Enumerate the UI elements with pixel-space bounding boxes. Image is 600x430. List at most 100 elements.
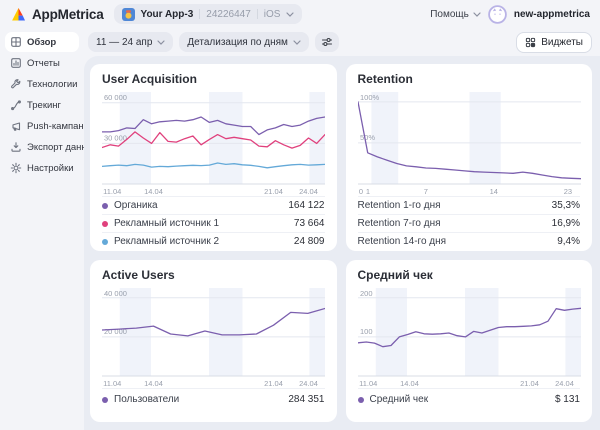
card-user-acquisition: User Acquisition 60 000 30 000 11.04 14.04 2… <box>90 64 337 251</box>
stat-value: 9,4% <box>557 236 580 247</box>
sliders-icon <box>321 37 332 47</box>
appmetrica-logo-icon <box>12 7 26 21</box>
svg-text:14.04: 14.04 <box>144 379 163 388</box>
chevron-down-icon <box>473 11 481 17</box>
svg-text:23: 23 <box>563 187 571 196</box>
granularity-selector[interactable]: Детализация по дням <box>179 32 309 52</box>
svg-text:21.04: 21.04 <box>264 379 283 388</box>
chevron-down-icon <box>286 11 295 17</box>
stat-row-retention-day1[interactable]: Retention 1-го дня 35,3% <box>357 196 580 214</box>
wrench-icon <box>11 79 21 89</box>
dashboard-grid-icon <box>11 37 21 47</box>
download-tray-icon <box>11 142 21 152</box>
svg-text:14: 14 <box>489 187 497 196</box>
brand-name: AppMetrica <box>32 6 104 22</box>
series-total: $ 131 <box>554 394 580 405</box>
sidebar-item-reports[interactable]: Отчеты <box>5 53 79 73</box>
legend-row-source-2[interactable]: Рекламный источник 2 24 809 <box>102 232 325 250</box>
series-total: 73 664 <box>293 218 325 229</box>
series-total: 24 809 <box>293 236 325 247</box>
svg-text:50%: 50% <box>360 133 375 142</box>
sidebar-item-overview[interactable]: Обзор <box>5 32 79 52</box>
series-dot <box>357 396 364 403</box>
svg-text:24.04: 24.04 <box>299 187 318 196</box>
dashboard-panel: User Acquisition 60 000 30 000 11.04 14.04 2… <box>84 56 600 430</box>
series-total: 284 351 <box>288 394 325 405</box>
svg-text:14.04: 14.04 <box>144 187 163 196</box>
svg-text:7: 7 <box>423 187 427 196</box>
card-title: Средний чек <box>357 268 433 282</box>
card-retention: Retention 100% 50% 0 1 7 14 23 Retention 1-го … <box>345 64 592 251</box>
sidebar-item-tracking[interactable]: Трекинг <box>5 95 79 115</box>
route-curve-icon <box>11 100 21 111</box>
card-title: Retention <box>357 72 413 86</box>
help-label: Помощь <box>430 8 469 20</box>
sidebar: Обзор Отчеты Технологии Трекинг Push-кам… <box>0 28 98 430</box>
divider <box>256 9 258 19</box>
svg-text:200: 200 <box>360 289 373 298</box>
series-dot <box>102 238 108 245</box>
svg-text:1: 1 <box>365 187 369 196</box>
app-platform: iOS <box>263 8 281 20</box>
sidebar-item-export[interactable]: Экспорт данных <box>5 137 98 157</box>
user-avatar[interactable] <box>488 4 507 24</box>
retention-chart[interactable]: 100% 50% 0 1 7 14 23 <box>356 92 582 196</box>
chevron-down-icon <box>293 39 301 45</box>
svg-text:24.04: 24.04 <box>299 379 318 388</box>
sidebar-item-push-campaigns[interactable]: Push-кампании <box>5 116 94 136</box>
stat-value: 35,3% <box>551 200 580 211</box>
average-check-chart[interactable]: 200 100 11.04 14.04 21.04 24.04 <box>356 288 582 388</box>
series-dot <box>102 202 108 209</box>
card-title: Active Users <box>102 268 175 282</box>
sidebar-item-settings[interactable]: Настройки <box>5 158 79 178</box>
toolbar: 11 — 24 апр Детализация по дням Виджеты <box>84 28 600 56</box>
app-name: Your App-3 <box>140 8 194 20</box>
svg-text:14.04: 14.04 <box>400 379 419 388</box>
stat-row-retention-day7[interactable]: Retention 7-го дня 16,9% <box>357 214 580 232</box>
app-selector[interactable]: Your App-3 24226447 iOS <box>113 4 303 24</box>
app-icon <box>121 7 135 21</box>
help-menu[interactable]: Помощь <box>430 9 481 20</box>
user-acquisition-chart[interactable]: 60 000 30 000 11.04 14.04 21.04 24.04 <box>101 92 326 196</box>
legend-row-average-check[interactable]: Средний чек $ 131 <box>357 388 580 410</box>
svg-text:60 000: 60 000 <box>104 93 127 102</box>
svg-text:21.04: 21.04 <box>520 379 539 388</box>
megaphone-icon <box>12 122 21 131</box>
stat-value: 16,9% <box>551 218 580 229</box>
chevron-down-icon <box>157 39 165 45</box>
svg-text:11.04: 11.04 <box>103 187 121 196</box>
svg-text:21.04: 21.04 <box>264 187 283 196</box>
segments-filter-button[interactable] <box>314 32 339 52</box>
svg-text:0: 0 <box>358 187 362 196</box>
svg-text:100: 100 <box>360 327 373 336</box>
top-right-group: Помощь new-appmetrica <box>430 4 590 24</box>
report-bars-icon <box>11 58 21 68</box>
appmetrica-brand[interactable]: AppMetrica <box>10 6 104 23</box>
card-active-users: Active Users 40 000 20 000 11.04 14.04 21.04… <box>90 260 337 422</box>
active-users-chart[interactable]: 40 000 20 000 11.04 14.04 21.04 24.04 <box>101 288 326 388</box>
top-bar: AppMetrica Your App-3 24226447 iOS Помощ… <box>0 0 600 28</box>
widgets-button[interactable]: Виджеты <box>516 31 592 53</box>
svg-text:11.04: 11.04 <box>359 379 377 388</box>
legend-row-organic[interactable]: Органика 164 122 <box>102 196 325 214</box>
app-id: 24226447 <box>206 8 251 20</box>
svg-text:11.04: 11.04 <box>103 379 121 388</box>
sidebar-item-technologies[interactable]: Технологии <box>5 74 79 94</box>
card-average-check: Средний чек 200 100 11.04 14.04 21.04 24.04 С… <box>345 260 592 422</box>
legend-row-users[interactable]: Пользователи 284 351 <box>102 388 325 410</box>
date-range-selector[interactable]: 11 — 24 апр <box>88 32 174 52</box>
series-total: 164 122 <box>288 200 325 211</box>
legend-row-source-1[interactable]: Рекламный источник 1 73 664 <box>102 214 325 232</box>
user-name: new-appmetrica <box>513 8 590 20</box>
svg-text:24.04: 24.04 <box>555 379 574 388</box>
gear-icon <box>10 162 22 174</box>
stat-row-retention-day14[interactable]: Retention 14-го дня 9,4% <box>357 232 580 250</box>
series-dot <box>102 220 108 227</box>
svg-text:40 000: 40 000 <box>104 289 127 298</box>
svg-text:30 000: 30 000 <box>104 133 127 142</box>
card-title: User Acquisition <box>102 72 197 86</box>
svg-text:100%: 100% <box>360 93 380 102</box>
widgets-icon <box>526 37 536 47</box>
series-dot <box>102 396 108 403</box>
divider <box>199 9 201 19</box>
